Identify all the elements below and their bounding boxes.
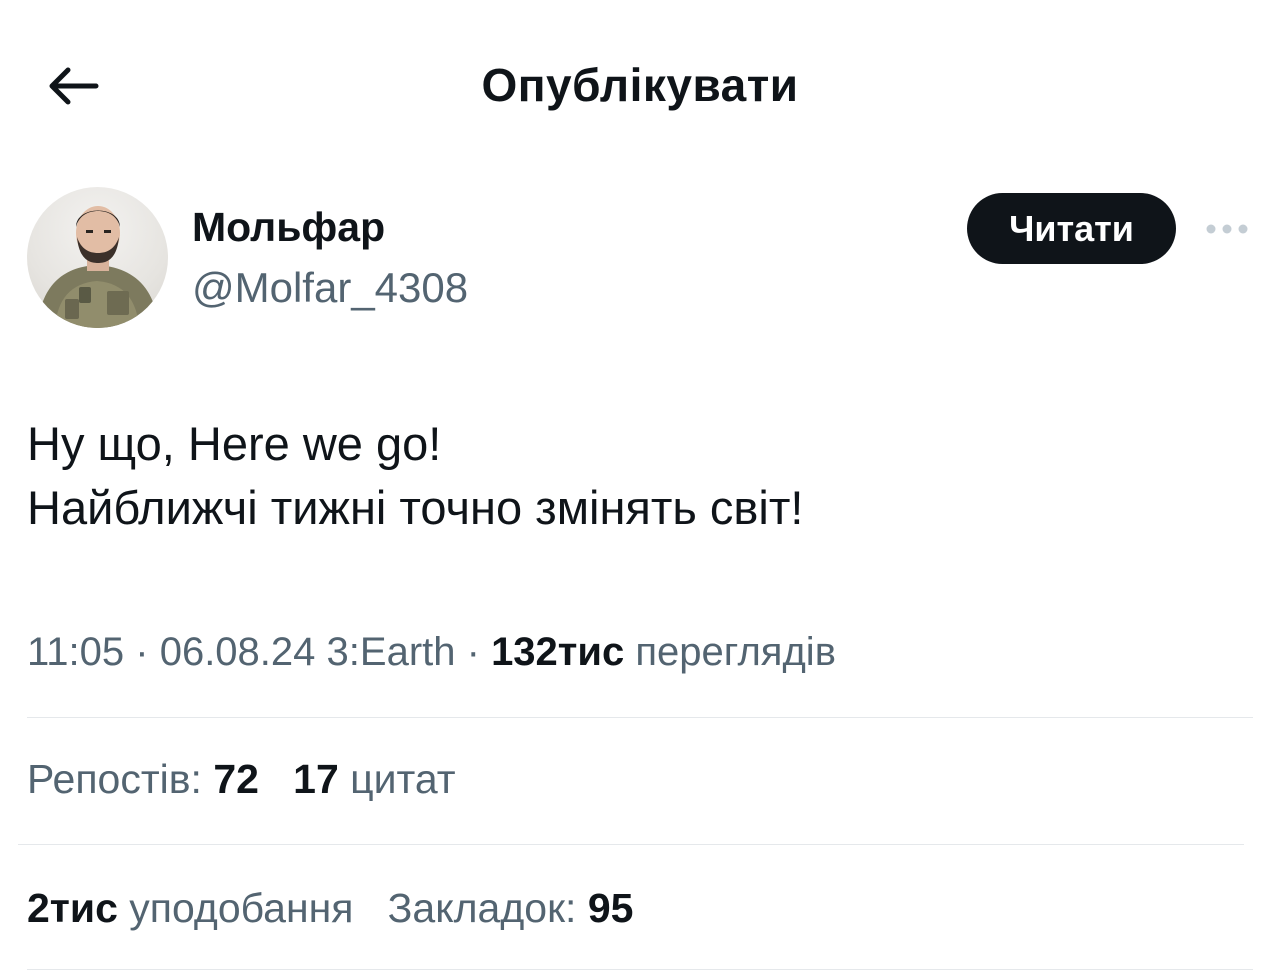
meta-separator: ·: [466, 630, 492, 674]
more-horizontal-icon: [1206, 224, 1248, 234]
quotes-count: 17: [293, 756, 339, 802]
likes-count: 2тис: [27, 885, 118, 931]
likes-link[interactable]: 2тис уподобання: [27, 885, 365, 931]
page-title: Опублікувати: [481, 59, 799, 111]
repost-stats: Репостів: 72 17 цитат: [27, 756, 456, 803]
tweet-text-line: Найближчі тижні точно змінять світ!: [27, 481, 804, 534]
reposts-link[interactable]: Репостів: 72: [27, 756, 270, 802]
reposts-label: Репостів:: [27, 756, 202, 802]
quotes-label: цитат: [350, 756, 456, 802]
avatar-image: [37, 206, 159, 328]
likes-label: уподобання: [129, 885, 354, 931]
quotes-link[interactable]: 17 цитат: [293, 756, 455, 802]
tweet-text: Ну що, Here we go! Найближчі тижні точно…: [27, 412, 803, 540]
tweet-meta: 11:05 · 06.08.24 3:Earth · 132тис перегл…: [27, 630, 836, 675]
follow-button[interactable]: Читати: [967, 193, 1176, 264]
tweet-date[interactable]: 06.08.24: [160, 630, 316, 674]
divider: [18, 844, 1244, 845]
meta-separator: ·: [135, 630, 160, 674]
tweet-time[interactable]: 11:05: [27, 630, 124, 674]
like-stats: 2тис уподобання Закладок: 95: [27, 885, 633, 932]
bookmarks-link[interactable]: Закладок: 95: [388, 885, 634, 931]
tweet-source: 3:Earth: [326, 630, 456, 674]
tweet-detail-page: Опублікувати Мольфар @Molfar_4308 Читати: [0, 0, 1280, 972]
author-name[interactable]: Мольфар: [192, 204, 385, 251]
author-handle[interactable]: @Molfar_4308: [192, 264, 468, 312]
more-button[interactable]: [1200, 212, 1254, 246]
bookmarks-label: Закладок:: [387, 885, 577, 931]
reposts-count: 72: [213, 756, 259, 802]
views-label: переглядів: [635, 630, 836, 674]
divider: [27, 969, 1253, 970]
views-count: 132тис: [491, 630, 625, 674]
divider: [27, 717, 1253, 718]
avatar[interactable]: [27, 187, 168, 328]
tweet-text-line: Ну що, Here we go!: [27, 417, 442, 470]
bookmarks-count: 95: [587, 885, 634, 931]
